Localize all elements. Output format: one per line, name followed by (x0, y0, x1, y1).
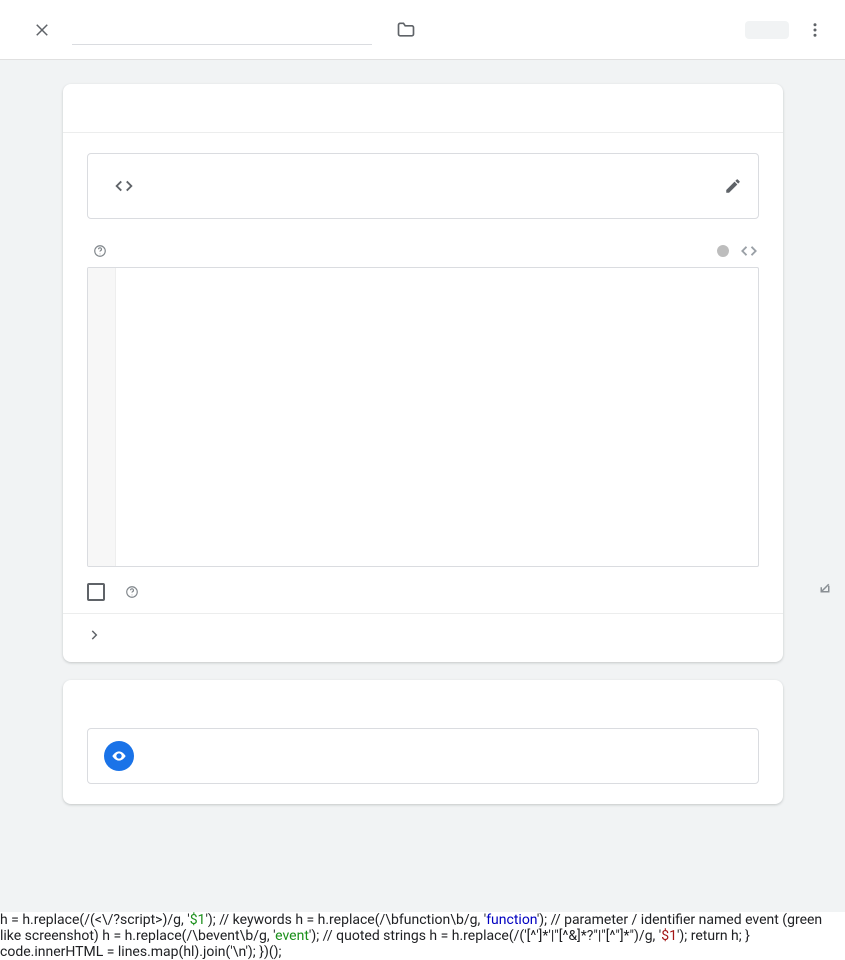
tag-name-input[interactable] (72, 15, 372, 45)
help-icon (93, 244, 107, 258)
header-bar (0, 0, 845, 60)
expand-editor-handle[interactable] (811, 574, 839, 602)
html-help-button[interactable] (93, 244, 107, 258)
tag-configuration-card (63, 84, 783, 662)
pencil-icon (724, 177, 742, 195)
page-body (0, 60, 845, 912)
chevron-right-icon (87, 628, 101, 642)
status-indicator (717, 245, 729, 257)
html-code-editor[interactable] (87, 267, 759, 567)
folder-icon (396, 20, 416, 40)
firing-trigger-row[interactable] (87, 728, 759, 784)
edit-tag-type-button[interactable] (724, 177, 742, 195)
code-gutter (88, 268, 116, 566)
eye-icon (111, 748, 127, 764)
code-content[interactable] (116, 268, 758, 566)
code-brackets-icon (104, 166, 144, 206)
close-icon (33, 21, 51, 39)
code-format-toggle[interactable] (739, 241, 759, 261)
support-document-write-row (87, 583, 759, 601)
save-button[interactable] (745, 21, 789, 39)
triggering-card (63, 680, 783, 804)
doc-write-help-button[interactable] (125, 585, 139, 599)
advanced-settings-toggle[interactable] (63, 613, 783, 642)
more-vert-icon (806, 21, 824, 39)
close-button[interactable] (24, 12, 60, 48)
html-label-row (87, 241, 759, 261)
folder-button[interactable] (388, 12, 424, 48)
support-document-write-checkbox[interactable] (87, 583, 105, 601)
more-menu-button[interactable] (797, 12, 833, 48)
expand-diagonal-icon (816, 579, 834, 597)
help-icon (125, 585, 139, 599)
tag-type-selector[interactable] (87, 153, 759, 219)
pageview-trigger-icon (104, 741, 134, 771)
code-icon (739, 241, 759, 261)
